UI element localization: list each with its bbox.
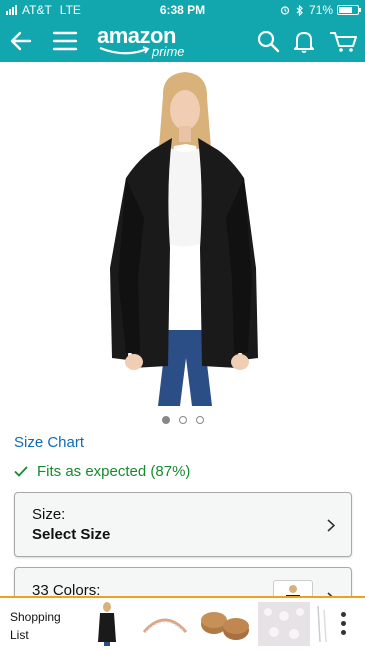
- vertical-dots-icon[interactable]: [341, 612, 347, 638]
- shopping-list-bar: Shopping List: [0, 596, 365, 650]
- logo-smile: [99, 46, 150, 55]
- shopping-list-item-wooden-boxes[interactable]: [198, 602, 252, 646]
- status-right: 71%: [280, 3, 361, 17]
- checkmark-icon: [14, 466, 28, 477]
- size-selector[interactable]: Size: Select Size: [14, 492, 352, 557]
- colors-label: 33 Colors:: [32, 582, 101, 596]
- shopping-list-item-headband[interactable]: [140, 602, 190, 646]
- selected-color-thumbnail: [273, 580, 313, 596]
- cart-icon[interactable]: [329, 28, 359, 54]
- amazon-prime-logo[interactable]: amazon prime: [97, 23, 207, 59]
- battery-percent: 71%: [308, 3, 333, 17]
- carousel-dots[interactable]: [0, 416, 365, 424]
- size-chart-link[interactable]: Size Chart: [14, 434, 84, 451]
- bell-icon[interactable]: [291, 28, 317, 54]
- size-label: Size:: [32, 506, 66, 523]
- alarm-icon: [280, 6, 290, 15]
- shopping-list-item-lace[interactable]: [258, 602, 310, 646]
- shopping-list-item-cardigan[interactable]: [92, 602, 122, 646]
- size-value: Select Size: [32, 526, 111, 543]
- chevron-right-icon: [327, 519, 335, 532]
- status-bar: AT&T LTE 6:38 PM 71%: [0, 0, 365, 20]
- shopping-list-label[interactable]: Shopping List: [10, 608, 70, 644]
- fit-indicator: Fits as expected (87%): [14, 463, 190, 480]
- product-image[interactable]: [100, 68, 270, 408]
- top-nav-bar: amazon prime: [0, 20, 365, 62]
- bluetooth-icon: [296, 4, 303, 16]
- search-icon[interactable]: [255, 28, 281, 54]
- battery-icon: [337, 5, 361, 15]
- logo-prime: prime: [152, 44, 185, 59]
- hamburger-menu-icon[interactable]: [52, 28, 78, 54]
- color-thumbnail-image: [285, 585, 301, 596]
- carousel-dot[interactable]: [161, 416, 170, 424]
- fit-text: Fits as expected (87%): [37, 463, 191, 480]
- back-arrow-icon[interactable]: [8, 28, 34, 54]
- product-detail-content[interactable]: Size Chart Fits as expected (87%) Size: …: [0, 62, 365, 596]
- carousel-dot[interactable]: [178, 416, 187, 424]
- shopping-list-item-partial[interactable]: [316, 602, 328, 646]
- color-selector[interactable]: 33 Colors:: [14, 567, 352, 596]
- carousel-dot[interactable]: [195, 416, 204, 424]
